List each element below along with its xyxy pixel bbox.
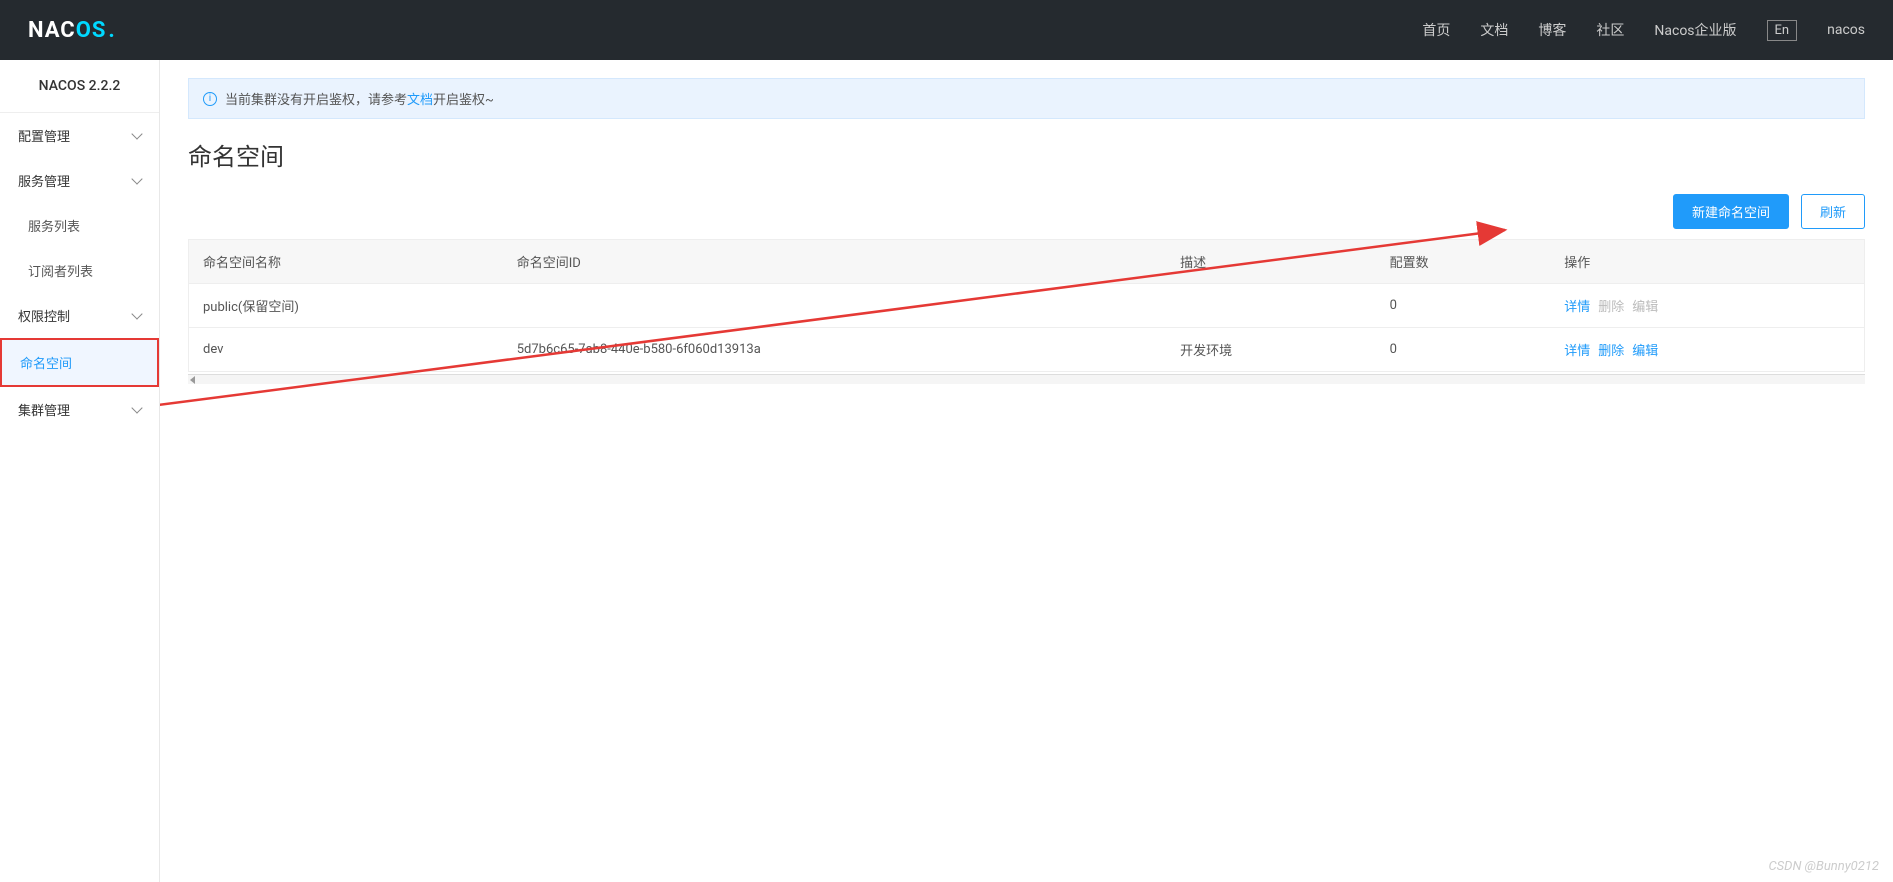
- scroll-left-icon: [190, 376, 195, 384]
- cell-actions: 详情删除编辑: [1550, 328, 1864, 372]
- toolbar: 新建命名空间 刷新: [188, 194, 1865, 229]
- chevron-down-icon: [131, 402, 142, 413]
- auth-alert: i 当前集群没有开启鉴权，请参考文档开启鉴权~: [188, 78, 1865, 119]
- cell-id: [503, 284, 1166, 328]
- cell-desc: [1166, 284, 1375, 328]
- page-title: 命名空间: [188, 137, 1865, 172]
- cell-name: public(保留空间): [189, 284, 503, 328]
- nav-docs[interactable]: 文档: [1480, 20, 1508, 40]
- user-menu[interactable]: nacos: [1827, 22, 1865, 38]
- lang-switch[interactable]: En: [1767, 20, 1798, 41]
- th-name: 命名空间名称: [189, 240, 503, 284]
- cell-name: dev: [189, 328, 503, 372]
- new-namespace-button[interactable]: 新建命名空间: [1673, 194, 1789, 229]
- logo-text-1: NAC: [28, 18, 76, 43]
- chevron-down-icon: [131, 173, 142, 184]
- header-nav: 首页 文档 博客 社区 Nacos企业版 En nacos: [1422, 20, 1865, 41]
- menu-label: 命名空间: [20, 353, 72, 372]
- cell-config-count: 0: [1376, 328, 1551, 372]
- menu-label: 集群管理: [18, 400, 70, 419]
- menu-subscriber-list[interactable]: 订阅者列表: [0, 248, 159, 293]
- menu-service-list[interactable]: 服务列表: [0, 203, 159, 248]
- cell-desc: 开发环境: [1166, 328, 1375, 372]
- table-row: dev5d7b6c65-7ab8-440e-b580-6f060d13913a开…: [189, 328, 1865, 372]
- menu-cluster-mgmt[interactable]: 集群管理: [0, 387, 159, 432]
- logo-dot: .: [108, 18, 114, 43]
- action-edit[interactable]: 编辑: [1632, 344, 1658, 359]
- menu-label: 服务列表: [28, 216, 80, 235]
- sidebar: NACOS 2.2.2 配置管理 服务管理 服务列表 订阅者列表 权限控制 命名…: [0, 60, 160, 882]
- menu-permission[interactable]: 权限控制: [0, 293, 159, 338]
- menu-label: 配置管理: [18, 126, 70, 145]
- cell-actions: 详情删除编辑: [1550, 284, 1864, 328]
- info-icon: i: [203, 92, 217, 106]
- nav-enterprise[interactable]: Nacos企业版: [1654, 20, 1736, 40]
- refresh-button[interactable]: 刷新: [1801, 194, 1865, 229]
- chevron-down-icon: [131, 308, 142, 319]
- th-id: 命名空间ID: [503, 240, 1166, 284]
- action-delete[interactable]: 删除: [1598, 344, 1624, 359]
- action-detail[interactable]: 详情: [1564, 300, 1590, 315]
- menu-service-mgmt[interactable]: 服务管理: [0, 158, 159, 203]
- th-action: 操作: [1550, 240, 1864, 284]
- action-edit: 编辑: [1632, 300, 1658, 315]
- nav-community[interactable]: 社区: [1596, 20, 1624, 40]
- menu-namespace[interactable]: 命名空间: [0, 338, 159, 387]
- nav-home[interactable]: 首页: [1422, 20, 1450, 40]
- menu-label: 权限控制: [18, 306, 70, 325]
- menu-config-mgmt[interactable]: 配置管理: [0, 113, 159, 158]
- menu-label: 订阅者列表: [28, 261, 93, 280]
- action-detail[interactable]: 详情: [1564, 344, 1590, 359]
- chevron-down-icon: [131, 128, 142, 139]
- th-config-count: 配置数: [1376, 240, 1551, 284]
- cell-id: 5d7b6c65-7ab8-440e-b580-6f060d13913a: [503, 328, 1166, 372]
- logo[interactable]: NACOS .: [28, 18, 115, 43]
- nav-blog[interactable]: 博客: [1538, 20, 1566, 40]
- cell-config-count: 0: [1376, 284, 1551, 328]
- logo-text-2: OS: [76, 18, 107, 43]
- content-area: i 当前集群没有开启鉴权，请参考文档开启鉴权~ 命名空间 新建命名空间 刷新 命…: [160, 60, 1893, 882]
- action-delete: 删除: [1598, 300, 1624, 315]
- alert-text-2: 开启鉴权~: [433, 93, 494, 108]
- sidebar-title: NACOS 2.2.2: [0, 60, 159, 112]
- th-desc: 描述: [1166, 240, 1375, 284]
- alert-text-1: 当前集群没有开启鉴权，请参考: [225, 93, 407, 108]
- namespace-table: 命名空间名称 命名空间ID 描述 配置数 操作 public(保留空间)0详情删…: [188, 239, 1865, 372]
- scroll-bar[interactable]: [188, 374, 1865, 384]
- menu-label: 服务管理: [18, 171, 70, 190]
- table-row: public(保留空间)0详情删除编辑: [189, 284, 1865, 328]
- alert-link[interactable]: 文档: [407, 93, 433, 108]
- watermark: CSDN @Bunny0212: [1768, 859, 1879, 874]
- app-header: NACOS . 首页 文档 博客 社区 Nacos企业版 En nacos: [0, 0, 1893, 60]
